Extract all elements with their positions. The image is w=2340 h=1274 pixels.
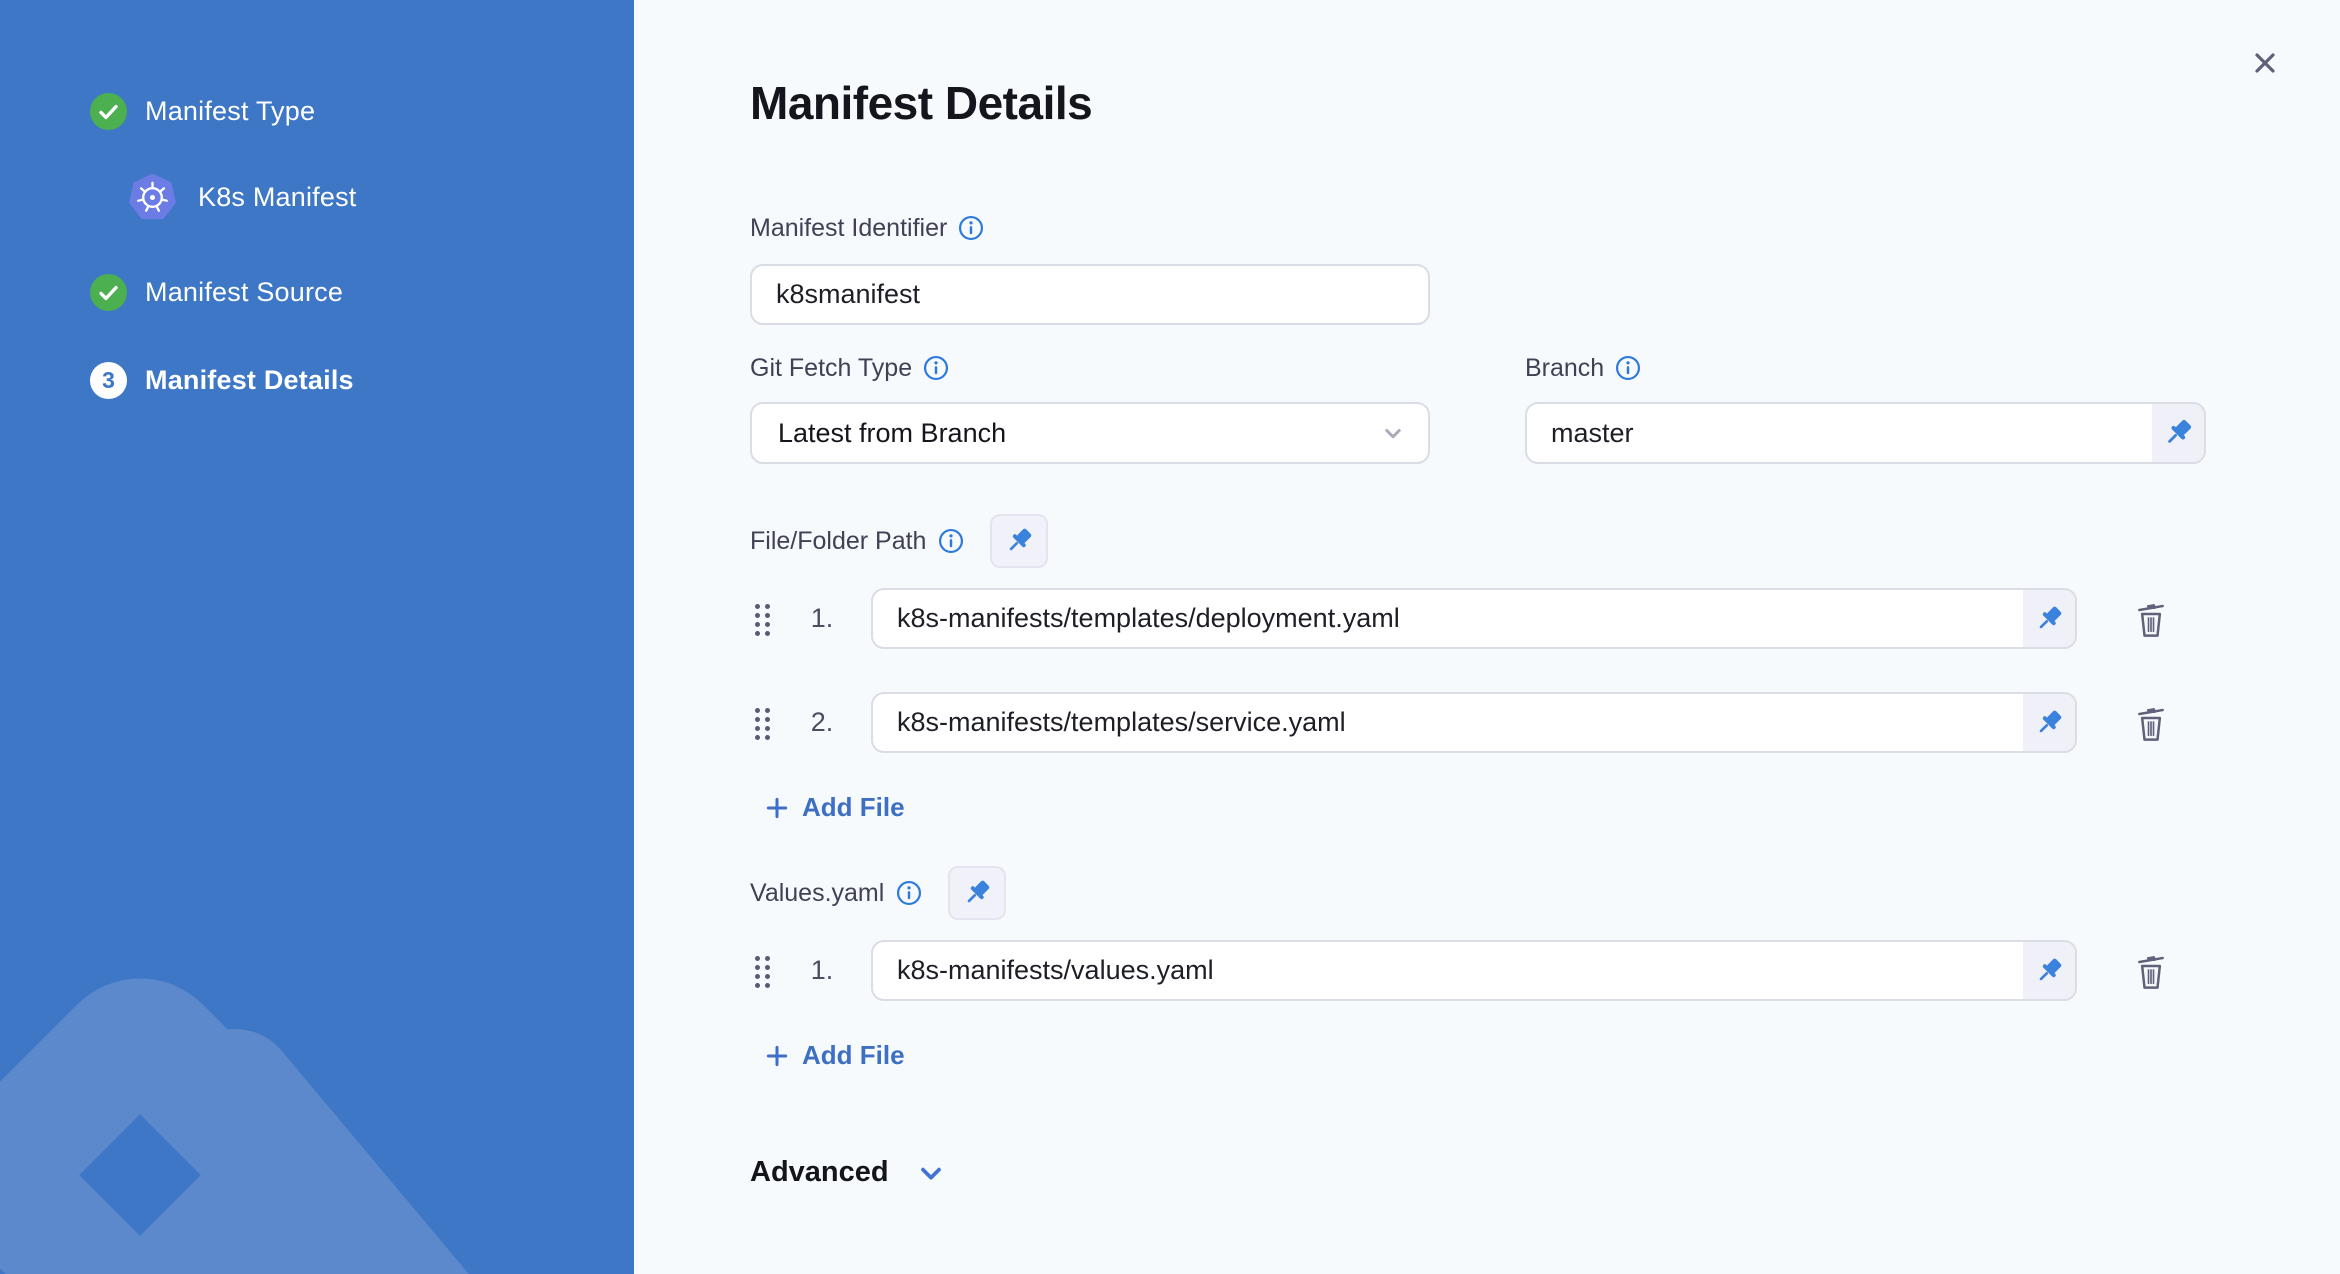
chevron-down-icon (1385, 429, 1401, 439)
file-path-input[interactable] (873, 590, 2023, 647)
delete-file-button[interactable] (2128, 698, 2174, 748)
file-folder-path-label: File/Folder Path (750, 526, 927, 555)
drag-handle-icon[interactable] (755, 956, 770, 988)
file-path-field (871, 692, 2077, 753)
step-number-badge: 3 (90, 362, 127, 399)
trash-icon (2138, 708, 2164, 741)
check-icon (90, 93, 127, 130)
chevron-down-icon (920, 1167, 941, 1180)
file-folder-path-header: File/Folder Path (750, 514, 1049, 568)
drag-handle-icon[interactable] (755, 604, 770, 636)
manifest-details-panel: Manifest Details Manifest Identifier Git… (634, 0, 2340, 1274)
info-icon[interactable] (938, 528, 964, 554)
add-file-button[interactable]: Add File (764, 792, 905, 823)
wizard-sidebar: Manifest Type K8s Manifest Manifest Sour… (0, 0, 634, 1274)
info-icon[interactable] (958, 215, 984, 241)
manifest-identifier-field (750, 264, 1430, 325)
trash-icon (2138, 956, 2164, 989)
file-path-pin-button[interactable] (2023, 694, 2075, 751)
pushpin-icon (968, 880, 990, 903)
manifest-wizard-dialog: Manifest Type K8s Manifest Manifest Sour… (0, 0, 2340, 1274)
add-file-label: Add File (802, 1040, 905, 1070)
delete-file-button[interactable] (2128, 946, 2174, 996)
step-label-active: Manifest Details (145, 365, 354, 395)
pushpin-icon (1010, 528, 1032, 551)
substep-label: K8s Manifest (198, 182, 357, 212)
file-path-pin-button[interactable] (2023, 590, 2075, 647)
pushpin-icon (2039, 710, 2062, 732)
file-path-row: 2. (634, 692, 2340, 768)
step-manifest-type[interactable]: Manifest Type (90, 93, 634, 130)
plus-icon (766, 797, 788, 818)
close-button[interactable] (2240, 38, 2290, 88)
step-manifest-details[interactable]: 3 Manifest Details (90, 362, 634, 399)
branch-label-row: Branch (1525, 352, 1641, 384)
values-file-row: 1. (634, 940, 2340, 1016)
git-fetch-type-label-row: Git Fetch Type (750, 352, 949, 384)
git-fetch-type-value: Latest from Branch (778, 417, 1007, 448)
check-icon (90, 274, 127, 311)
git-fetch-type-select[interactable]: Latest from Branch (750, 402, 1430, 464)
branch-pin-button[interactable] (2152, 404, 2204, 462)
values-yaml-label: Values.yaml (750, 878, 885, 907)
manifest-identifier-label: Manifest Identifier (750, 213, 948, 242)
plus-icon (766, 1045, 788, 1066)
step-manifest-source[interactable]: Manifest Source (90, 274, 634, 311)
values-file-field (871, 940, 2077, 1001)
values-yaml-header: Values.yaml (750, 866, 1007, 920)
advanced-label: Advanced (750, 1156, 889, 1188)
file-path-row: 1. (634, 588, 2340, 664)
values-file-pin-button[interactable] (2023, 942, 2075, 999)
branch-field (1525, 402, 2206, 464)
trash-icon (2138, 604, 2164, 637)
file-path-field (871, 588, 2077, 649)
manifest-identifier-input[interactable] (752, 266, 1428, 323)
advanced-toggle[interactable]: Advanced (750, 1156, 947, 1189)
wizard-steps: Manifest Type K8s Manifest Manifest Sour… (0, 0, 634, 399)
close-icon (2255, 53, 2275, 73)
step-label: Manifest Type (145, 96, 316, 126)
info-icon[interactable] (1615, 355, 1641, 381)
row-index: 1. (810, 603, 834, 633)
values-yaml-pin-button[interactable] (948, 866, 1007, 920)
step-label: Manifest Source (145, 277, 344, 307)
delete-file-button[interactable] (2128, 594, 2174, 644)
substep-k8s-manifest[interactable]: K8s Manifest (129, 174, 634, 221)
row-index: 2. (810, 707, 834, 737)
git-fetch-type-label: Git Fetch Type (750, 353, 913, 382)
manifest-identifier-label-row: Manifest Identifier (750, 212, 984, 244)
file-path-input[interactable] (873, 694, 2023, 751)
kubernetes-helm-icon (129, 174, 176, 220)
pushpin-icon (2039, 958, 2062, 980)
add-values-file-button[interactable]: Add File (764, 1040, 905, 1071)
values-file-input[interactable] (873, 942, 2023, 999)
drag-handle-icon[interactable] (755, 708, 770, 740)
branch-label: Branch (1525, 353, 1605, 382)
page-title: Manifest Details (750, 77, 1093, 129)
file-folder-path-pin-button[interactable] (990, 514, 1049, 568)
row-index: 1. (810, 955, 834, 985)
pushpin-icon (2168, 419, 2192, 443)
harness-logo-watermark (0, 978, 469, 1274)
info-icon[interactable] (923, 355, 949, 381)
pushpin-icon (2039, 606, 2062, 628)
branch-input[interactable] (1527, 404, 2152, 462)
add-file-label: Add File (802, 792, 905, 822)
info-icon[interactable] (896, 880, 922, 906)
